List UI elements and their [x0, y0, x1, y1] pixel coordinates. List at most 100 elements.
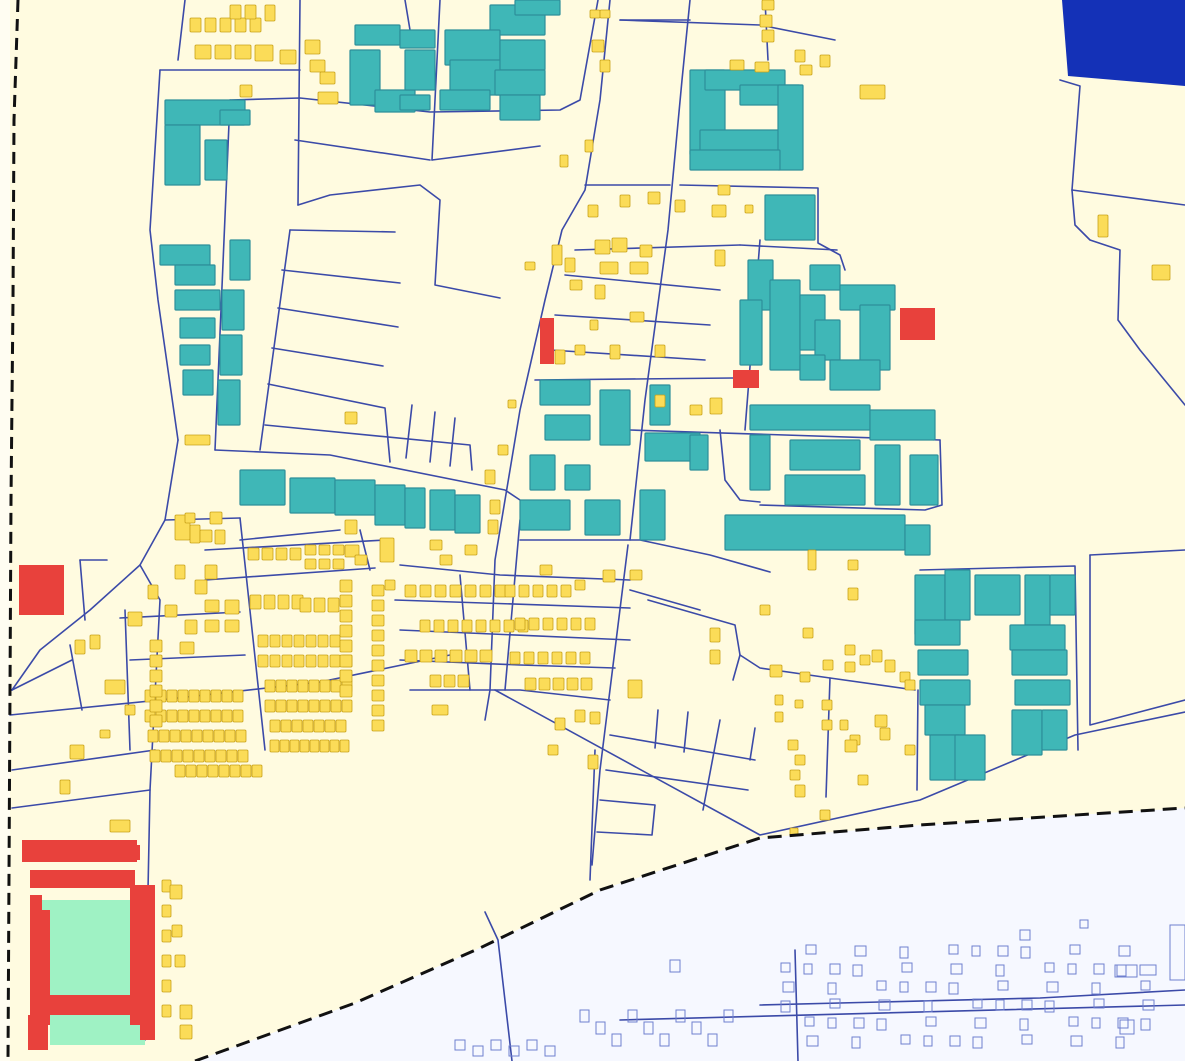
house[interactable]: [174, 954, 186, 968]
house[interactable]: [127, 611, 143, 627]
house[interactable]: [219, 17, 232, 33]
house[interactable]: [215, 749, 227, 763]
house[interactable]: [879, 727, 891, 741]
house[interactable]: [335, 719, 347, 733]
house[interactable]: [289, 739, 300, 753]
house[interactable]: [371, 599, 385, 612]
public-building[interactable]: [28, 1015, 48, 1050]
house[interactable]: [594, 239, 611, 255]
house[interactable]: [149, 669, 163, 683]
house[interactable]: [799, 671, 811, 683]
house[interactable]: [479, 649, 493, 663]
apartment-block[interactable]: [174, 289, 221, 311]
house[interactable]: [904, 679, 916, 691]
house[interactable]: [559, 154, 569, 168]
house[interactable]: [327, 597, 340, 613]
apartment-block[interactable]: [1009, 624, 1066, 651]
house[interactable]: [193, 749, 205, 763]
house[interactable]: [184, 619, 198, 635]
house[interactable]: [602, 569, 616, 583]
house[interactable]: [149, 654, 163, 668]
apartment-block[interactable]: [354, 24, 401, 46]
house[interactable]: [709, 397, 723, 415]
apartment-block[interactable]: [599, 389, 631, 446]
house[interactable]: [318, 558, 331, 570]
house[interactable]: [251, 764, 263, 778]
house[interactable]: [329, 654, 341, 668]
house[interactable]: [269, 719, 281, 733]
house[interactable]: [161, 929, 172, 943]
house[interactable]: [199, 709, 211, 723]
house[interactable]: [754, 61, 770, 73]
house[interactable]: [224, 729, 236, 743]
house[interactable]: [240, 764, 252, 778]
house[interactable]: [344, 411, 358, 425]
house[interactable]: [194, 44, 212, 60]
house[interactable]: [339, 669, 353, 683]
house[interactable]: [188, 689, 200, 703]
apartment-block[interactable]: [289, 477, 336, 514]
apartment-block[interactable]: [924, 704, 966, 736]
house[interactable]: [844, 661, 856, 673]
house[interactable]: [1151, 264, 1171, 281]
apartment-block[interactable]: [519, 499, 571, 531]
apartment-block[interactable]: [689, 434, 709, 471]
apartment-block[interactable]: [777, 84, 804, 171]
house[interactable]: [497, 444, 509, 456]
apartment-block[interactable]: [799, 354, 826, 381]
apartment-block[interactable]: [869, 409, 936, 441]
house[interactable]: [279, 49, 297, 65]
house[interactable]: [277, 594, 290, 610]
house[interactable]: [275, 547, 288, 561]
apartment-block[interactable]: [639, 489, 666, 541]
house[interactable]: [330, 699, 342, 713]
house[interactable]: [214, 529, 226, 545]
house[interactable]: [589, 9, 601, 19]
house[interactable]: [174, 564, 186, 580]
apartment-block[interactable]: [217, 379, 241, 426]
house[interactable]: [318, 544, 331, 556]
house[interactable]: [587, 204, 599, 218]
apartment-block[interactable]: [179, 344, 211, 366]
house[interactable]: [229, 4, 242, 20]
house[interactable]: [774, 694, 784, 706]
house[interactable]: [419, 649, 433, 663]
house[interactable]: [293, 634, 305, 648]
house[interactable]: [589, 319, 599, 331]
house[interactable]: [449, 649, 463, 663]
house[interactable]: [166, 709, 178, 723]
house[interactable]: [611, 237, 628, 253]
apartment-block[interactable]: [974, 574, 1021, 616]
apartment-block[interactable]: [499, 39, 546, 71]
house[interactable]: [523, 651, 535, 665]
house[interactable]: [629, 569, 643, 581]
house[interactable]: [457, 674, 470, 688]
house[interactable]: [147, 729, 159, 743]
house[interactable]: [313, 597, 326, 613]
house[interactable]: [354, 554, 368, 566]
house[interactable]: [161, 1004, 172, 1018]
house[interactable]: [674, 199, 686, 213]
house[interactable]: [209, 511, 223, 525]
house[interactable]: [419, 619, 431, 633]
house[interactable]: [339, 639, 353, 653]
apartment-block[interactable]: [439, 89, 491, 111]
house[interactable]: [564, 257, 576, 273]
apartment-block[interactable]: [1024, 574, 1051, 626]
apartment-block[interactable]: [164, 124, 201, 186]
house[interactable]: [210, 709, 222, 723]
house[interactable]: [293, 654, 305, 668]
apartment-block[interactable]: [494, 69, 546, 96]
house[interactable]: [537, 651, 549, 665]
house[interactable]: [149, 639, 163, 653]
house[interactable]: [799, 64, 813, 76]
house[interactable]: [560, 584, 572, 598]
house[interactable]: [802, 627, 814, 639]
house[interactable]: [629, 261, 649, 275]
house[interactable]: [514, 617, 526, 631]
apartment-block[interactable]: [529, 454, 556, 491]
apartment-block[interactable]: [749, 404, 871, 431]
house[interactable]: [627, 679, 643, 699]
house[interactable]: [218, 764, 230, 778]
house[interactable]: [302, 719, 314, 733]
